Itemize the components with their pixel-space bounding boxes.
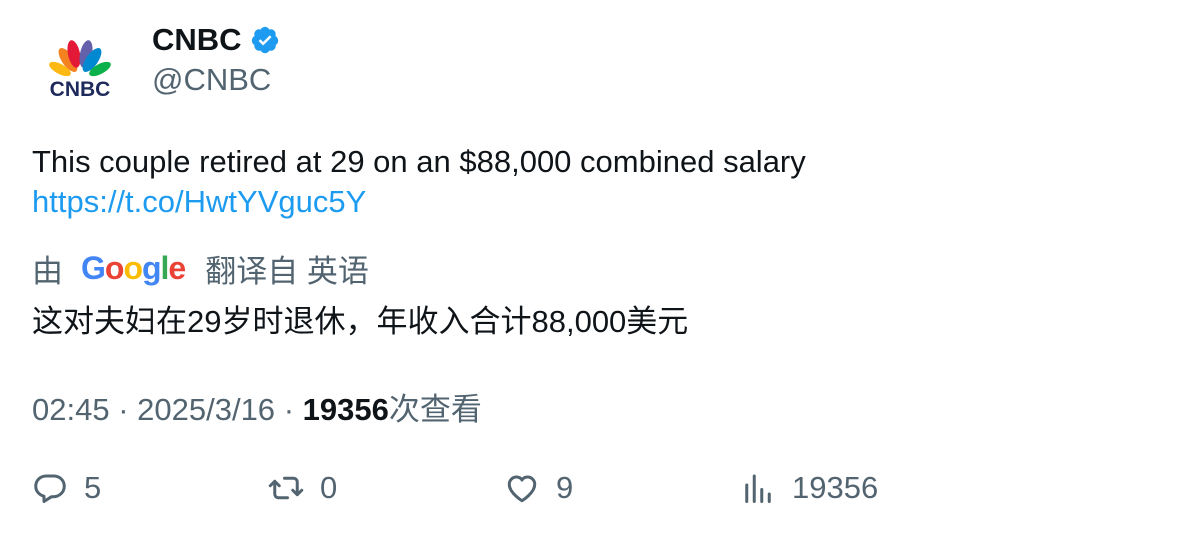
views-label: 次查看: [388, 392, 482, 427]
translated-text: 这对夫妇在29岁时退休，年收入合计88,000美元: [32, 304, 689, 339]
action-bar: 5 0 9 19356: [32, 470, 1172, 514]
views-action-count: 19356: [792, 470, 879, 505]
tweet-meta: 02:45 · 2025/3/16 · 19356次查看: [32, 384, 482, 429]
translation-prefix: 由: [32, 254, 63, 289]
meta-separator: ·: [283, 392, 303, 427]
translation-suffix: 翻译自 英语: [205, 254, 369, 289]
like-button[interactable]: 9: [504, 470, 573, 506]
tweet-text: This couple retired at 29 on an $88,000 …: [32, 144, 806, 179]
author-name[interactable]: CNBC: [152, 22, 242, 58]
avatar[interactable]: CNBC: [30, 22, 130, 122]
tweet-link[interactable]: https://t.co/HwtYVguc5Y: [32, 182, 1162, 222]
retweet-button[interactable]: 0: [268, 470, 337, 506]
verified-badge-icon: [251, 26, 278, 54]
reply-count: 5: [84, 470, 102, 505]
views-icon: [745, 474, 771, 503]
like-icon: [507, 475, 537, 503]
author-handle[interactable]: @CNBC: [152, 62, 271, 98]
tweet-date[interactable]: 2025/3/16: [137, 392, 275, 427]
retweet-icon: [268, 476, 304, 500]
author-name-row: CNBC: [152, 22, 280, 58]
tweet-body: This couple retired at 29 on an $88,000 …: [32, 142, 1162, 222]
like-count: 9: [556, 470, 574, 505]
meta-separator: ·: [118, 392, 138, 427]
retweet-count: 0: [320, 470, 338, 505]
reply-icon: [34, 474, 66, 503]
views-button[interactable]: 19356: [740, 470, 878, 506]
translation-attribution: 由 Google 翻译自 英语: [32, 246, 369, 291]
cnbc-peacock-logo: CNBC: [49, 40, 111, 101]
google-logo[interactable]: Google: [81, 250, 186, 287]
tweet-time[interactable]: 02:45: [32, 392, 110, 427]
reply-button[interactable]: 5: [32, 470, 101, 506]
views-count: 19356: [302, 392, 389, 427]
cnbc-logo-text: CNBC: [50, 78, 111, 101]
